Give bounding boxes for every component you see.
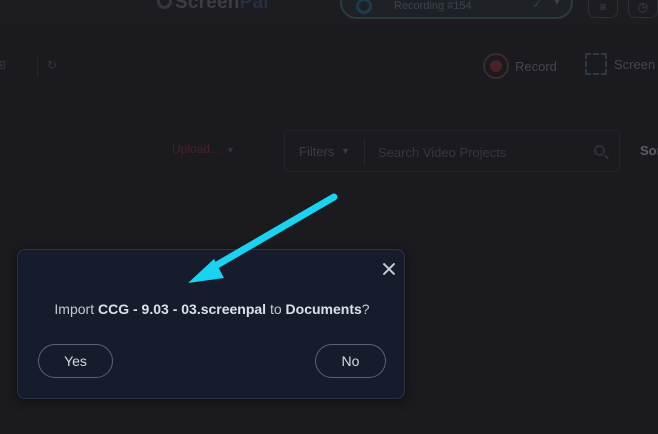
tasks-list-button[interactable]: ≡	[588, 0, 618, 18]
record-icon	[483, 53, 509, 79]
filters-button[interactable]: Filters	[299, 144, 334, 159]
screenshot-icon	[585, 53, 607, 75]
screenshot-button[interactable]: Screen	[585, 53, 655, 75]
upload-filter-select[interactable]: Upload... ▼	[172, 142, 235, 156]
no-button[interactable]: No	[315, 344, 386, 378]
file-name: CCG - 9.03 - 03.screenpal	[98, 301, 267, 317]
recording-title: Recording #154	[394, 0, 472, 12]
screenpal-logo-icon	[157, 0, 172, 9]
destination-folder: Documents	[285, 301, 362, 317]
record-button[interactable]: Record	[483, 53, 557, 79]
check-icon[interactable]: ✓	[532, 0, 542, 11]
import-icon[interactable]: ⊞	[0, 58, 6, 72]
filter-divider	[364, 139, 365, 165]
chevron-down-icon[interactable]: ▼	[552, 0, 562, 8]
import-confirm-dialog: Import CCG - 9.03 - 03.screenpal to Docu…	[17, 249, 405, 399]
search-input[interactable]	[378, 140, 578, 164]
sort-button[interactable]: Sor	[640, 143, 658, 158]
chevron-down-icon[interactable]: ▼	[341, 146, 350, 156]
top-bar: ScreenPal Recording #154 ✓ ▼ ≡ ◷	[0, 0, 658, 24]
filter-bar: Upload...▼ Filters ▼ Sor	[0, 130, 658, 174]
refresh-icon[interactable]: ↻	[47, 58, 57, 72]
history-button[interactable]: ◷	[628, 0, 658, 18]
clock-icon: ◷	[637, 0, 649, 14]
app-logo: ScreenPal	[157, 0, 269, 14]
search-icon[interactable]	[594, 145, 605, 156]
recording-icon	[356, 0, 372, 14]
toolbar-divider	[37, 55, 38, 77]
close-icon[interactable]	[379, 259, 399, 279]
recording-selector[interactable]: Recording #154 ✓ ▼	[340, 0, 573, 19]
chevron-down-icon: ▼	[226, 145, 235, 155]
dialog-message: Import CCG - 9.03 - 03.screenpal to Docu…	[54, 301, 370, 317]
list-icon: ≡	[599, 0, 607, 14]
yes-button[interactable]: Yes	[38, 344, 113, 378]
main-toolbar: ⊞ ↻ Record Screen	[0, 40, 658, 94]
